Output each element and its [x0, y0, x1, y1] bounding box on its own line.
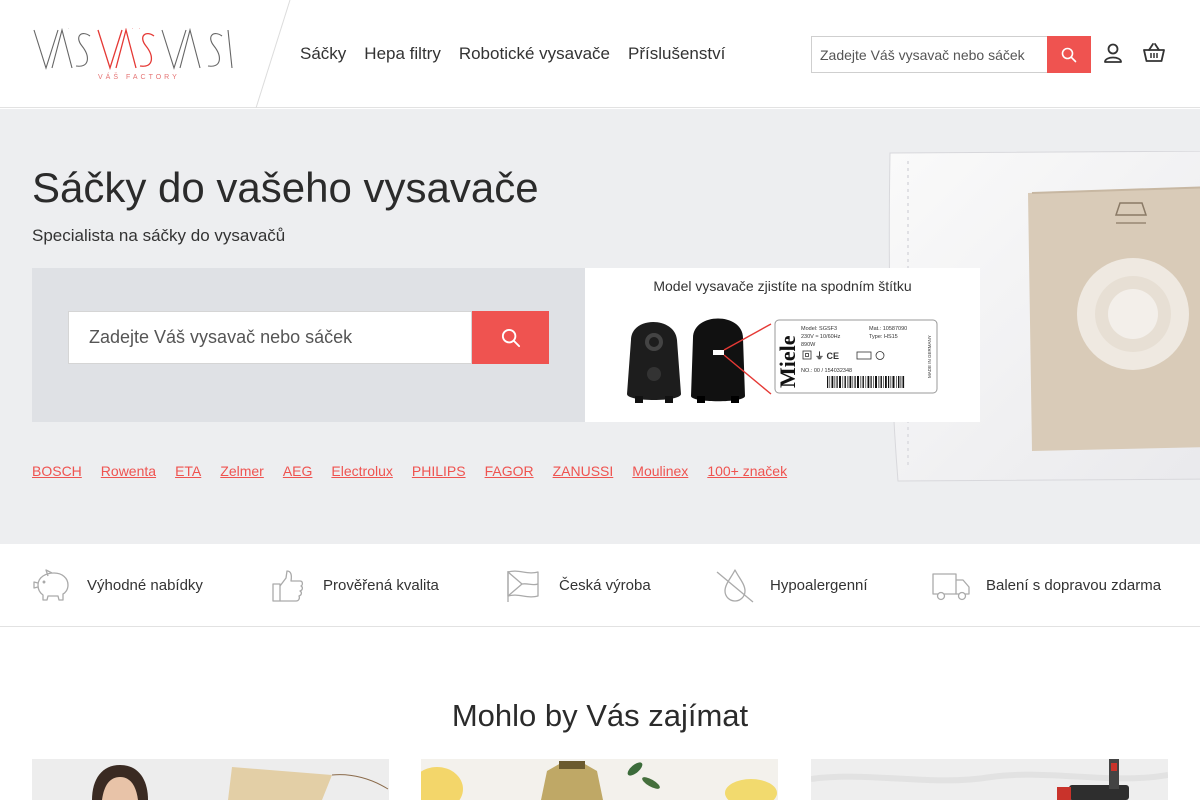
hero-subtitle: Specialista na sáčky do vysavačů: [32, 226, 286, 245]
brand-link-bosch[interactable]: BOSCH: [32, 463, 82, 479]
hero-search-panel: [32, 268, 585, 422]
brand-link-philips[interactable]: PHILIPS: [412, 463, 466, 479]
czech-flag-icon: [507, 570, 539, 602]
promo-card-image: [421, 759, 778, 800]
delivery-truck-icon: [932, 572, 970, 600]
brand-link-zelmer[interactable]: Zelmer: [220, 463, 264, 479]
rating-plate-model: Model: SGSF3: [801, 326, 837, 332]
brand-link-zanussi[interactable]: ZANUSSI: [553, 463, 614, 479]
features-bar: Výhodné nabídky Prověřená kvalita Česká …: [0, 544, 1200, 627]
promo-card-image: [32, 759, 389, 800]
brand-link-fagor[interactable]: FAGOR: [485, 463, 534, 479]
promo-card-1[interactable]: [32, 759, 389, 800]
vacuum-label-illustration: Miele Model: SGSF3 Mat.: 10587090 230V ≈…: [627, 318, 938, 403]
rating-plate-brand: Miele: [775, 335, 800, 388]
hero-search-button[interactable]: [472, 311, 549, 364]
thumbs-up-icon: [272, 569, 304, 602]
user-icon[interactable]: [1102, 42, 1124, 64]
rating-plate-number: NO.: 00 / 154032348: [801, 368, 852, 374]
model-label-hint: Model vysavače zjistíte na spodním štítk…: [585, 268, 980, 422]
brand-link-more[interactable]: 100+ značek: [707, 463, 787, 479]
model-hint-caption: Model vysavače zjistíte na spodním štítk…: [653, 278, 912, 294]
rating-plate-image: Miele Model: SGSF3 Mat.: 10587090 230V ≈…: [774, 319, 938, 394]
brand-link-moulinex[interactable]: Moulinex: [632, 463, 688, 479]
feature-label: Česká výroba: [559, 577, 651, 594]
logo-mark: VÁŠ FACTORY: [33, 28, 233, 81]
feature-item: Výhodné nabídky: [32, 544, 203, 627]
hero-search-input[interactable]: [68, 311, 472, 364]
brand-link-electrolux[interactable]: Electrolux: [331, 463, 392, 479]
feature-item: Prověřená kvalita: [268, 544, 439, 627]
main-nav: Sáčky Hepa filtry Robotické vysavače Pří…: [300, 0, 725, 108]
hero-title: Sáčky do vašeho vysavače: [32, 164, 539, 211]
brand-link-rowenta[interactable]: Rowenta: [101, 463, 156, 479]
hero-banner: Sáčky do vašeho vysavače Specialista na …: [0, 109, 1200, 544]
promo-card-image: [811, 759, 1168, 800]
header-search-input[interactable]: [811, 36, 1047, 73]
vacuum-bottom-image: [691, 318, 745, 403]
brand-link-eta[interactable]: ETA: [175, 463, 201, 479]
nav-item-sacky[interactable]: Sáčky: [300, 44, 346, 64]
feature-label: Hypoalergenní: [770, 577, 868, 594]
logo[interactable]: VÁŠ FACTORY: [32, 28, 234, 82]
basket-icon[interactable]: [1143, 42, 1165, 64]
feature-label: Výhodné nabídky: [87, 577, 203, 594]
feature-item: Hypoalergenní: [715, 544, 868, 627]
feature-item: Balení s dopravou zdarma: [931, 544, 1161, 627]
site-header: VÁŠ FACTORY Sáčky Hepa filtry Robotické …: [0, 0, 1200, 108]
header-search-button[interactable]: [1047, 36, 1091, 73]
logo-tagline: VÁŠ FACTORY: [98, 72, 180, 81]
rating-plate-mat: Mat.: 10587090: [869, 326, 907, 332]
section-title: Mohlo by Vás zajímat: [451, 698, 749, 733]
brand-link-aeg[interactable]: AEG: [283, 463, 313, 479]
piggy-bank-icon: [33, 568, 69, 601]
header-divider: [255, 0, 291, 108]
promo-card-2[interactable]: [421, 759, 778, 800]
nav-item-prislusenstvi[interactable]: Příslušenství: [628, 44, 725, 64]
brand-links: BOSCH Rowenta ETA Zelmer AEG Electrolux …: [32, 463, 787, 479]
vacuum-front-image: [627, 322, 681, 403]
rating-plate-power: 890W: [801, 342, 816, 348]
rating-plate-made: MADE IN GERMANY: [927, 335, 932, 378]
feature-label: Balení s dopravou zdarma: [986, 577, 1162, 594]
nav-item-roboticke-vysavace[interactable]: Robotické vysavače: [459, 44, 610, 64]
header-search: [811, 36, 1091, 73]
search-icon: [1061, 47, 1077, 62]
rating-plate-voltage: 230V ≈ 10/60Hz: [801, 334, 841, 340]
search-icon: [501, 328, 520, 347]
svg-text:⏚ CE: ⏚ CE: [815, 351, 839, 361]
nav-item-hepa-filtry[interactable]: Hepa filtry: [364, 44, 441, 64]
rating-plate-type: Type: HS15: [869, 334, 898, 340]
feature-item: Česká výroba: [504, 544, 651, 627]
promo-card-3[interactable]: [811, 759, 1168, 800]
no-allergen-icon: [716, 568, 754, 602]
feature-label: Prověřená kvalita: [323, 577, 439, 594]
